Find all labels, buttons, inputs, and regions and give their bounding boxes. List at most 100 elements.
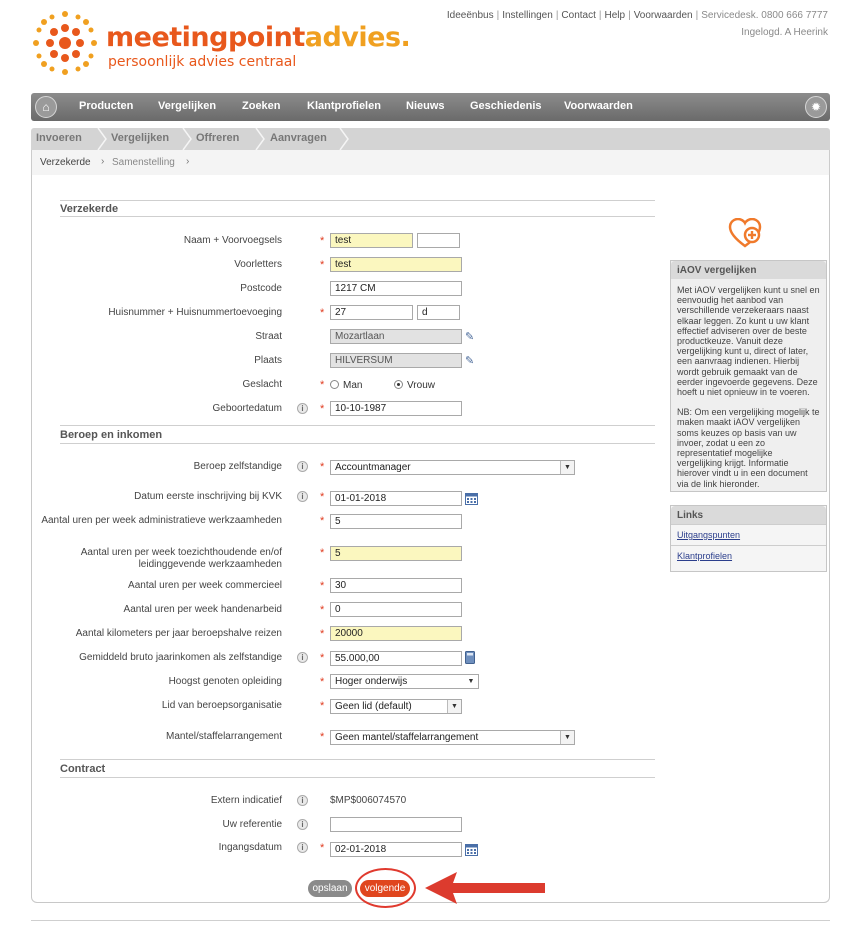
referentie-field[interactable] xyxy=(330,817,462,832)
handenarbeid-hours-field[interactable]: 0 xyxy=(330,602,462,617)
calendar-icon[interactable] xyxy=(465,492,478,505)
nav-vergelijken[interactable]: Vergelijken xyxy=(158,100,216,112)
substep-samenstelling[interactable]: Samenstelling xyxy=(112,157,175,168)
required-marker: * xyxy=(320,259,325,271)
nav-producten[interactable]: Producten xyxy=(79,100,133,112)
label-beroep: Beroep zelfstandige xyxy=(193,461,282,472)
label-mantel: Mantel/staffelarrangement xyxy=(166,731,282,742)
voorletters-field[interactable]: test xyxy=(330,257,462,272)
links-panel: Links Uitgangspunten Klantprofielen xyxy=(670,505,827,572)
admin-hours-field[interactable]: 5 xyxy=(330,514,462,529)
label-naam: Naam + Voorvoegsels xyxy=(183,235,282,246)
mantel-select[interactable]: Geen mantel/staffelarrangement ▼ xyxy=(330,730,575,745)
substep-verzekerde[interactable]: Verzekerde xyxy=(40,157,91,168)
info-icon[interactable]: i xyxy=(297,491,308,502)
section-divider xyxy=(60,425,655,426)
section-divider xyxy=(60,777,655,778)
logged-in-user: Ingelogd. A Heerink xyxy=(741,27,828,38)
toplink-contact[interactable]: Contact xyxy=(561,10,595,21)
radio-vrouw[interactable] xyxy=(394,380,403,389)
info-icon[interactable]: i xyxy=(297,652,308,663)
iaov-panel-body: Met iAOV vergelijken kunt u snel en eenv… xyxy=(671,279,826,505)
dropdown-arrow-icon: ▼ xyxy=(560,461,574,474)
nav-geschiedenis[interactable]: Geschiedenis xyxy=(470,100,542,112)
toezicht-hours-field[interactable]: 5 xyxy=(330,546,462,561)
step-invoeren[interactable]: Invoeren xyxy=(36,132,82,144)
toplink-instellingen[interactable]: Instellingen xyxy=(502,10,553,21)
voorvoegsel-field[interactable] xyxy=(417,233,460,248)
required-marker: * xyxy=(320,652,325,664)
dropdown-arrow-icon: ▼ xyxy=(560,731,574,744)
iaov-panel-title: iAOV vergelijken xyxy=(671,261,826,279)
radio-man[interactable] xyxy=(330,380,339,389)
toplink-voorwaarden[interactable]: Voorwaarden xyxy=(634,10,693,21)
section-divider xyxy=(60,216,655,217)
postcode-field[interactable]: 1217 CM xyxy=(330,281,462,296)
toplink-help[interactable]: Help xyxy=(605,10,626,21)
toevoeging-field[interactable]: d xyxy=(417,305,460,320)
calendar-icon[interactable] xyxy=(465,843,478,856)
brand-tagline: persoonlijk advies centraal xyxy=(108,54,297,70)
edit-pencil-icon[interactable]: ✎ xyxy=(465,331,477,343)
step-offreren[interactable]: Offreren xyxy=(196,132,239,144)
save-button[interactable]: opslaan xyxy=(308,880,352,897)
label-toezicht: Aantal uren per week toezichthoudende en… xyxy=(80,547,282,570)
section-title-contract: Contract xyxy=(60,763,106,775)
sub-steps: Verzekerde › Samenstelling › xyxy=(31,150,830,175)
brand-logo[interactable]: meetingpointadvies. persoonlijk advies c… xyxy=(30,8,411,78)
iaov-info-panel: iAOV vergelijken Met iAOV vergelijken ku… xyxy=(670,260,827,492)
link-klantprofielen[interactable]: Klantprofielen xyxy=(671,545,826,566)
info-icon[interactable]: i xyxy=(297,842,308,853)
label-handenarbeid: Aantal uren per week handenarbeid xyxy=(123,604,282,615)
label-admin: Aantal uren per week administratieve wer… xyxy=(41,515,282,526)
toplink-ideeenbus[interactable]: Ideeënbus xyxy=(447,10,494,21)
required-marker: * xyxy=(320,307,325,319)
nav-zoeken[interactable]: Zoeken xyxy=(242,100,281,112)
commercieel-hours-field[interactable]: 30 xyxy=(330,578,462,593)
section-title-verzekerde: Verzekerde xyxy=(60,203,119,215)
beroep-select[interactable]: Accountmanager ▼ xyxy=(330,460,575,475)
calculator-icon[interactable] xyxy=(465,651,475,664)
opleiding-select[interactable]: Hoger onderwijs ▼ xyxy=(330,674,479,689)
edit-pencil-icon[interactable]: ✎ xyxy=(465,355,477,367)
home-icon[interactable]: ⌂ xyxy=(35,96,57,118)
label-kvk: Datum eerste inschrijving bij KVK xyxy=(134,491,282,502)
ingangsdatum-field[interactable]: 02-01-2018 xyxy=(330,842,462,857)
info-icon[interactable]: i xyxy=(297,819,308,830)
km-field[interactable]: 20000 xyxy=(330,626,462,641)
label-voorletters: Voorletters xyxy=(234,259,282,270)
footer-divider xyxy=(31,920,830,921)
highlight-circle xyxy=(355,868,416,908)
section-title-beroep: Beroep en inkomen xyxy=(60,429,163,441)
plaats-field[interactable]: HILVERSUM xyxy=(330,353,462,368)
info-icon[interactable]: i xyxy=(297,795,308,806)
nav-nieuws[interactable]: Nieuws xyxy=(406,100,445,112)
required-marker: * xyxy=(320,403,325,415)
label-plaats: Plaats xyxy=(254,355,282,366)
required-marker: * xyxy=(320,379,325,391)
settings-gear-icon[interactable]: ✹ xyxy=(805,96,827,118)
inkomen-field[interactable]: 55.000,00 xyxy=(330,651,462,666)
heart-plus-icon xyxy=(728,218,762,248)
required-marker: * xyxy=(320,628,325,640)
straat-field[interactable]: Mozartlaan xyxy=(330,329,462,344)
geboortedatum-field[interactable]: 10-10-1987 xyxy=(330,401,462,416)
label-ingangsdatum: Ingangsdatum xyxy=(218,842,282,853)
label-lid: Lid van beroepsorganisatie xyxy=(161,700,282,711)
label-geboortedatum: Geboortedatum xyxy=(212,403,283,414)
naam-field[interactable]: test xyxy=(330,233,413,248)
nav-voorwaarden[interactable]: Voorwaarden xyxy=(564,100,633,112)
step-aanvragen[interactable]: Aanvragen xyxy=(270,132,327,144)
dropdown-arrow-icon: ▼ xyxy=(447,700,461,713)
lid-select[interactable]: Geen lid (default) ▼ xyxy=(330,699,462,714)
huisnummer-field[interactable]: 27 xyxy=(330,305,413,320)
nav-klantprofielen[interactable]: Klantprofielen xyxy=(307,100,381,112)
sun-logo-icon xyxy=(33,11,97,75)
extern-indicatief-value: $MP$006074570 xyxy=(330,795,407,806)
info-icon[interactable]: i xyxy=(297,403,308,414)
link-uitgangspunten[interactable]: Uitgangspunten xyxy=(671,524,826,545)
info-icon[interactable]: i xyxy=(297,461,308,472)
kvk-date-field[interactable]: 01-01-2018 xyxy=(330,491,462,506)
section-divider xyxy=(60,443,655,444)
step-vergelijken[interactable]: Vergelijken xyxy=(111,132,169,144)
